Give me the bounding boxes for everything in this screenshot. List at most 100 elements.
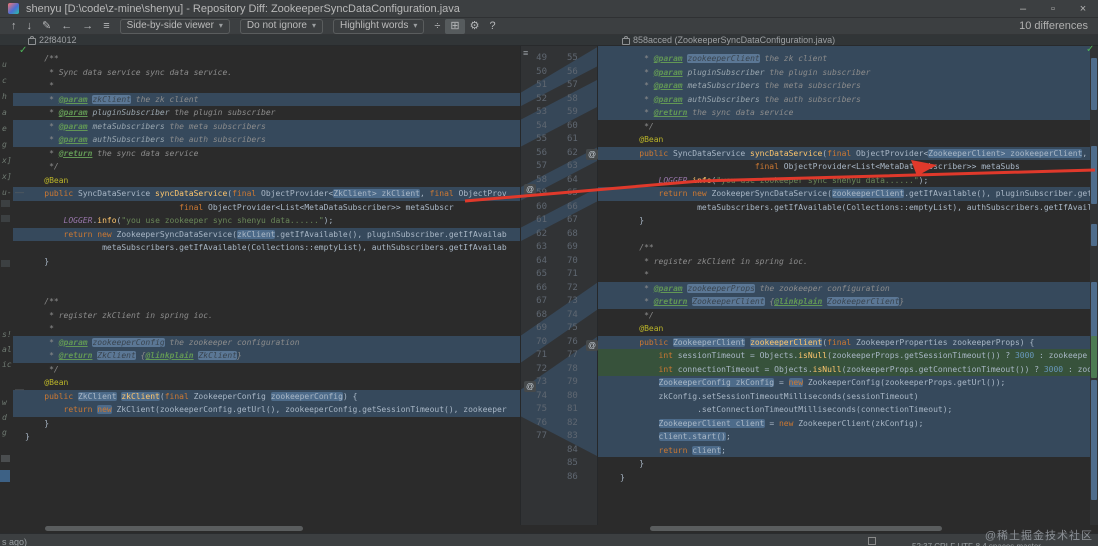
code-line: */ <box>620 310 654 320</box>
breadcrumb-toggle-icon[interactable]: ≡ <box>523 48 528 58</box>
edit-source-icon[interactable]: ✎ <box>37 19 56 34</box>
maximize-button[interactable]: ▫ <box>1038 0 1068 18</box>
code-line: public ZkClient zkClient(final Zookeeper… <box>13 389 520 403</box>
code-line: @Bean <box>620 135 664 144</box>
line-number: 72 <box>536 363 547 374</box>
change-stripe-mark[interactable] <box>1091 282 1097 344</box>
line-number: 75 <box>536 404 547 414</box>
code-line: * @param metaSubscribers the meta subscr… <box>598 79 1090 93</box>
line-number: 77 <box>567 350 578 360</box>
diff-window: shenyu [D:\code\z-mine\shenyu] - Reposit… <box>0 0 1098 546</box>
line-number: 55 <box>567 53 578 63</box>
line-number: 60 <box>567 120 578 131</box>
recent-change-time: s ago) <box>2 537 28 546</box>
code-line: * register zkClient in spring ioc. <box>25 310 213 320</box>
code-line: @Bean <box>25 378 69 387</box>
right-revision: 858acced (ZookeeperSyncDataConfiguration… <box>622 35 835 46</box>
code-line: * @param authSubscribers the auth subscr… <box>598 92 1090 106</box>
fold-region-icon[interactable]: — <box>15 187 24 197</box>
ignore-policy-label: Do not ignore <box>246 20 307 31</box>
line-number: 58 <box>567 93 578 104</box>
inserted-stripe-mark[interactable] <box>1091 336 1097 378</box>
next-difference-icon[interactable]: ↓ <box>22 19 38 34</box>
highlight-policy-dropdown[interactable]: Highlight words ▾ <box>332 18 425 34</box>
differences-count: 10 differences <box>1019 20 1088 32</box>
left-horizontal-scrollbar[interactable] <box>45 526 303 531</box>
line-number: 63 <box>536 242 547 252</box>
forward-icon[interactable]: → <box>77 19 98 34</box>
line-number: 61 <box>536 215 547 225</box>
code-line: * @return the sync data service <box>25 148 199 158</box>
help-button[interactable]: ? <box>485 19 501 34</box>
line-number: 70 <box>536 336 547 347</box>
line-number: 67 <box>536 296 547 306</box>
annotate-marker-icon[interactable]: @ <box>524 184 536 195</box>
collapse-unchanged-icon[interactable]: ÷ <box>429 19 445 34</box>
code-line: * @param zookeeperConfig the zookeeper c… <box>13 335 520 349</box>
line-number: 81 <box>567 404 578 414</box>
right-horizontal-scrollbar[interactable] <box>650 526 942 531</box>
line-number: 60 <box>536 201 547 212</box>
no-more-changes-check-icon: ✓ <box>19 45 28 56</box>
line-number: 73 <box>567 296 578 306</box>
background-window-sliver: u c h a e g x] x] u-s! al ic w d g <box>0 46 14 525</box>
code-line: return new ZookeeperSyncDataService(zkCl… <box>13 227 520 241</box>
ignore-policy-dropdown[interactable]: Do not ignore ▾ <box>239 18 323 34</box>
sliver-block <box>1 260 10 267</box>
line-number: 52 <box>536 93 547 104</box>
change-stripe-mark[interactable] <box>1091 146 1097 204</box>
window-title: shenyu [D:\code\z-mine\shenyu] - Reposit… <box>26 2 460 15</box>
no-more-changes-check-icon: ✓ <box>1086 44 1095 55</box>
synchronize-scrolling-icon[interactable]: ⊞ <box>445 18 465 34</box>
settings-gear-icon[interactable]: ⚙ <box>465 19 485 34</box>
sliver-glyph: ic <box>2 360 12 369</box>
line-number: 62 <box>536 228 547 239</box>
code-line: zkConfig.setSessionTimeoutMilliseconds(s… <box>598 389 1090 403</box>
code-line: /** <box>25 54 59 63</box>
back-icon[interactable]: ← <box>56 19 77 34</box>
minimize-button[interactable]: – <box>1008 0 1038 18</box>
line-number: 70 <box>567 255 578 266</box>
line-number: 71 <box>567 269 578 279</box>
window-controls: – ▫ × <box>1008 0 1098 18</box>
annotate-marker-icon[interactable]: @ <box>586 340 598 351</box>
close-button[interactable]: × <box>1068 0 1098 18</box>
code-line: return new ZookeeperSyncDataService(zook… <box>598 187 1090 201</box>
left-editor[interactable]: /** * Sync data service sync data servic… <box>13 46 520 525</box>
right-line-numbers: 5455565758596061626364656667686970717273… <box>567 46 593 484</box>
code-line: * @param metaSubscribers the meta subscr… <box>13 119 520 133</box>
code-line: * @return the sync data service <box>598 106 1090 120</box>
code-line: * @return ZkClient {@linkplain ZkClient} <box>13 349 520 363</box>
line-number: 69 <box>536 323 547 333</box>
previous-difference-icon[interactable]: ↑ <box>6 19 22 34</box>
error-stripe-scrollbar[interactable] <box>1090 46 1098 525</box>
line-number: 64 <box>536 255 547 266</box>
sliver-block <box>1 215 10 222</box>
sliver-glyph: x] <box>2 156 12 165</box>
highlight-policy-label: Highlight words <box>339 20 409 31</box>
sliver-glyph: g <box>2 140 7 149</box>
annotate-marker-icon[interactable]: @ <box>586 149 598 160</box>
code-line: int connectionTimeout = Objects.isNull(z… <box>598 362 1090 376</box>
sliver-glyph: d <box>2 413 7 422</box>
code-line: * @return ZookeeperClient {@linkplain Zo… <box>598 295 1090 309</box>
sliver-glyph: x] <box>2 172 12 181</box>
line-number: 57 <box>567 80 578 90</box>
code-line: */ <box>620 121 654 131</box>
code-line: * @param zkClient the zk client <box>13 92 520 106</box>
change-stripe-mark[interactable] <box>1091 58 1097 110</box>
change-stripe-mark[interactable] <box>1091 224 1097 246</box>
annotate-marker-icon[interactable]: @ <box>524 381 536 392</box>
change-stripe-mark[interactable] <box>1091 380 1097 500</box>
title-bar: shenyu [D:\code\z-mine\shenyu] - Reposit… <box>0 0 1098 18</box>
code-line: } <box>25 418 50 428</box>
fold-region-icon[interactable]: — <box>15 384 24 394</box>
code-line: /** <box>25 297 59 306</box>
right-editor[interactable]: * @param zookeeperClient the zk client *… <box>598 46 1090 525</box>
viewer-mode-dropdown[interactable]: Side-by-side viewer ▾ <box>119 18 230 34</box>
changed-files-list-icon[interactable]: ≡ <box>98 19 114 34</box>
code-line: } <box>25 256 50 266</box>
revision-header: 22f84012 858acced (ZookeeperSyncDataConf… <box>0 35 1098 46</box>
